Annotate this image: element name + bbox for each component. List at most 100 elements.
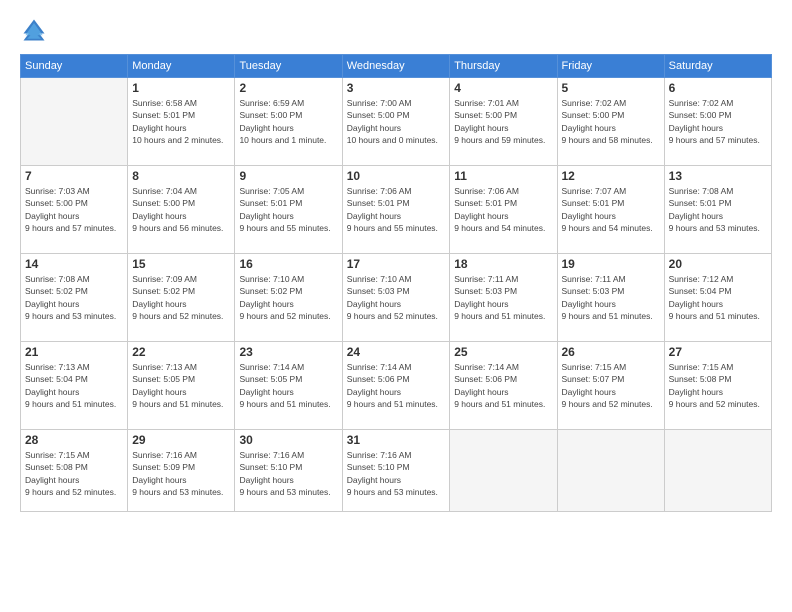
calendar-cell: 20 Sunrise: 7:12 AMSunset: 5:04 PMDayligh… xyxy=(664,254,771,342)
day-info: Sunrise: 7:05 AMSunset: 5:01 PMDaylight … xyxy=(239,185,337,234)
calendar-cell: 6Sunrise: 7:02 AMSunset: 5:00 PMDaylight… xyxy=(664,78,771,166)
logo xyxy=(20,16,52,44)
day-number: 2 xyxy=(239,81,337,95)
day-number: 8 xyxy=(132,169,230,183)
calendar-cell: 28 Sunrise: 7:15 AMSunset: 5:08 PMDayligh… xyxy=(21,430,128,512)
day-info: Sunrise: 7:07 AMSunset: 5:01 PMDaylight … xyxy=(562,185,660,234)
day-info: Sunrise: 7:00 AMSunset: 5:00 PMDaylight … xyxy=(347,97,445,146)
day-number: 31 xyxy=(347,433,445,447)
calendar-cell: 27 Sunrise: 7:15 AMSunset: 5:08 PMDayligh… xyxy=(664,342,771,430)
calendar-cell: 11Sunrise: 7:06 AMSunset: 5:01 PMDayligh… xyxy=(450,166,557,254)
calendar-cell: 4Sunrise: 7:01 AMSunset: 5:00 PMDaylight… xyxy=(450,78,557,166)
calendar-week-2: 7 Sunrise: 7:03 AMSunset: 5:00 PMDaylight… xyxy=(21,166,772,254)
calendar-week-3: 14 Sunrise: 7:08 AMSunset: 5:02 PMDayligh… xyxy=(21,254,772,342)
calendar-cell: 3 Sunrise: 7:00 AMSunset: 5:00 PMDaylight… xyxy=(342,78,449,166)
calendar-cell: 7 Sunrise: 7:03 AMSunset: 5:00 PMDaylight… xyxy=(21,166,128,254)
logo-icon xyxy=(20,16,48,44)
day-info: Sunrise: 7:08 AMSunset: 5:01 PMDaylight … xyxy=(669,185,767,234)
calendar-cell: 24 Sunrise: 7:14 AMSunset: 5:06 PMDayligh… xyxy=(342,342,449,430)
weekday-header-saturday: Saturday xyxy=(664,55,771,78)
calendar-week-1: 1 Sunrise: 6:58 AMSunset: 5:01 PMDaylight… xyxy=(21,78,772,166)
day-info: Sunrise: 7:12 AMSunset: 5:04 PMDaylight … xyxy=(669,273,767,322)
day-number: 15 xyxy=(132,257,230,271)
day-info: Sunrise: 7:10 AMSunset: 5:03 PMDaylight … xyxy=(347,273,445,322)
weekday-header-sunday: Sunday xyxy=(21,55,128,78)
day-info: Sunrise: 6:59 AMSunset: 5:00 PMDaylight … xyxy=(239,97,337,146)
calendar-cell: 22 Sunrise: 7:13 AMSunset: 5:05 PMDayligh… xyxy=(128,342,235,430)
weekday-header-friday: Friday xyxy=(557,55,664,78)
calendar-cell: 10 Sunrise: 7:06 AMSunset: 5:01 PMDayligh… xyxy=(342,166,449,254)
day-info: Sunrise: 7:09 AMSunset: 5:02 PMDaylight … xyxy=(132,273,230,322)
day-info: Sunrise: 7:01 AMSunset: 5:00 PMDaylight … xyxy=(454,97,552,146)
page: SundayMondayTuesdayWednesdayThursdayFrid… xyxy=(0,0,792,612)
day-number: 5 xyxy=(562,81,660,95)
day-number: 18 xyxy=(454,257,552,271)
calendar-cell xyxy=(450,430,557,512)
day-number: 1 xyxy=(132,81,230,95)
calendar-cell: 26Sunrise: 7:15 AMSunset: 5:07 PMDayligh… xyxy=(557,342,664,430)
calendar-cell: 23 Sunrise: 7:14 AMSunset: 5:05 PMDayligh… xyxy=(235,342,342,430)
calendar-cell: 18 Sunrise: 7:11 AMSunset: 5:03 PMDayligh… xyxy=(450,254,557,342)
day-number: 24 xyxy=(347,345,445,359)
calendar-cell: 13Sunrise: 7:08 AMSunset: 5:01 PMDayligh… xyxy=(664,166,771,254)
calendar-cell: 25 Sunrise: 7:14 AMSunset: 5:06 PMDayligh… xyxy=(450,342,557,430)
day-number: 23 xyxy=(239,345,337,359)
calendar-cell: 15 Sunrise: 7:09 AMSunset: 5:02 PMDayligh… xyxy=(128,254,235,342)
day-info: Sunrise: 7:15 AMSunset: 5:07 PMDaylight … xyxy=(562,361,660,410)
day-info: Sunrise: 7:14 AMSunset: 5:06 PMDaylight … xyxy=(347,361,445,410)
day-number: 14 xyxy=(25,257,123,271)
day-info: Sunrise: 7:11 AMSunset: 5:03 PMDaylight … xyxy=(454,273,552,322)
calendar-cell: 5 Sunrise: 7:02 AMSunset: 5:00 PMDaylight… xyxy=(557,78,664,166)
day-info: Sunrise: 7:14 AMSunset: 5:05 PMDaylight … xyxy=(239,361,337,410)
calendar-cell: 30Sunrise: 7:16 AMSunset: 5:10 PMDayligh… xyxy=(235,430,342,512)
day-number: 22 xyxy=(132,345,230,359)
calendar-cell: 31 Sunrise: 7:16 AMSunset: 5:10 PMDayligh… xyxy=(342,430,449,512)
day-number: 21 xyxy=(25,345,123,359)
calendar-cell xyxy=(557,430,664,512)
day-number: 29 xyxy=(132,433,230,447)
day-info: Sunrise: 7:06 AMSunset: 5:01 PMDaylight … xyxy=(347,185,445,234)
day-info: Sunrise: 7:02 AMSunset: 5:00 PMDaylight … xyxy=(562,97,660,146)
day-number: 10 xyxy=(347,169,445,183)
day-number: 6 xyxy=(669,81,767,95)
day-info: Sunrise: 7:11 AMSunset: 5:03 PMDaylight … xyxy=(562,273,660,322)
weekday-header-thursday: Thursday xyxy=(450,55,557,78)
calendar-header-row: SundayMondayTuesdayWednesdayThursdayFrid… xyxy=(21,55,772,78)
day-info: Sunrise: 7:16 AMSunset: 5:09 PMDaylight … xyxy=(132,449,230,498)
calendar-cell: 16 Sunrise: 7:10 AMSunset: 5:02 PMDayligh… xyxy=(235,254,342,342)
day-number: 20 xyxy=(669,257,767,271)
day-info: Sunrise: 7:06 AMSunset: 5:01 PMDaylight … xyxy=(454,185,552,234)
day-number: 3 xyxy=(347,81,445,95)
calendar-cell: 8 Sunrise: 7:04 AMSunset: 5:00 PMDaylight… xyxy=(128,166,235,254)
day-number: 28 xyxy=(25,433,123,447)
day-info: Sunrise: 7:15 AMSunset: 5:08 PMDaylight … xyxy=(669,361,767,410)
calendar-cell: 21 Sunrise: 7:13 AMSunset: 5:04 PMDayligh… xyxy=(21,342,128,430)
calendar-cell xyxy=(21,78,128,166)
day-number: 12 xyxy=(562,169,660,183)
day-number: 25 xyxy=(454,345,552,359)
day-info: Sunrise: 7:04 AMSunset: 5:00 PMDaylight … xyxy=(132,185,230,234)
header xyxy=(20,16,772,44)
calendar-cell: 9 Sunrise: 7:05 AMSunset: 5:01 PMDaylight… xyxy=(235,166,342,254)
calendar-cell: 29 Sunrise: 7:16 AMSunset: 5:09 PMDayligh… xyxy=(128,430,235,512)
calendar-cell: 12 Sunrise: 7:07 AMSunset: 5:01 PMDayligh… xyxy=(557,166,664,254)
day-info: Sunrise: 7:13 AMSunset: 5:05 PMDaylight … xyxy=(132,361,230,410)
day-info: Sunrise: 7:10 AMSunset: 5:02 PMDaylight … xyxy=(239,273,337,322)
day-info: Sunrise: 7:08 AMSunset: 5:02 PMDaylight … xyxy=(25,273,123,322)
calendar-table: SundayMondayTuesdayWednesdayThursdayFrid… xyxy=(20,54,772,512)
calendar-cell: 19Sunrise: 7:11 AMSunset: 5:03 PMDayligh… xyxy=(557,254,664,342)
day-info: Sunrise: 7:14 AMSunset: 5:06 PMDaylight … xyxy=(454,361,552,410)
weekday-header-monday: Monday xyxy=(128,55,235,78)
day-number: 16 xyxy=(239,257,337,271)
day-number: 27 xyxy=(669,345,767,359)
day-info: Sunrise: 7:13 AMSunset: 5:04 PMDaylight … xyxy=(25,361,123,410)
day-number: 7 xyxy=(25,169,123,183)
day-info: Sunrise: 6:58 AMSunset: 5:01 PMDaylight … xyxy=(132,97,230,146)
calendar-cell xyxy=(664,430,771,512)
day-info: Sunrise: 7:16 AMSunset: 5:10 PMDaylight … xyxy=(347,449,445,498)
day-info: Sunrise: 7:03 AMSunset: 5:00 PMDaylight … xyxy=(25,185,123,234)
weekday-header-wednesday: Wednesday xyxy=(342,55,449,78)
day-info: Sunrise: 7:15 AMSunset: 5:08 PMDaylight … xyxy=(25,449,123,498)
weekday-header-tuesday: Tuesday xyxy=(235,55,342,78)
day-number: 9 xyxy=(239,169,337,183)
